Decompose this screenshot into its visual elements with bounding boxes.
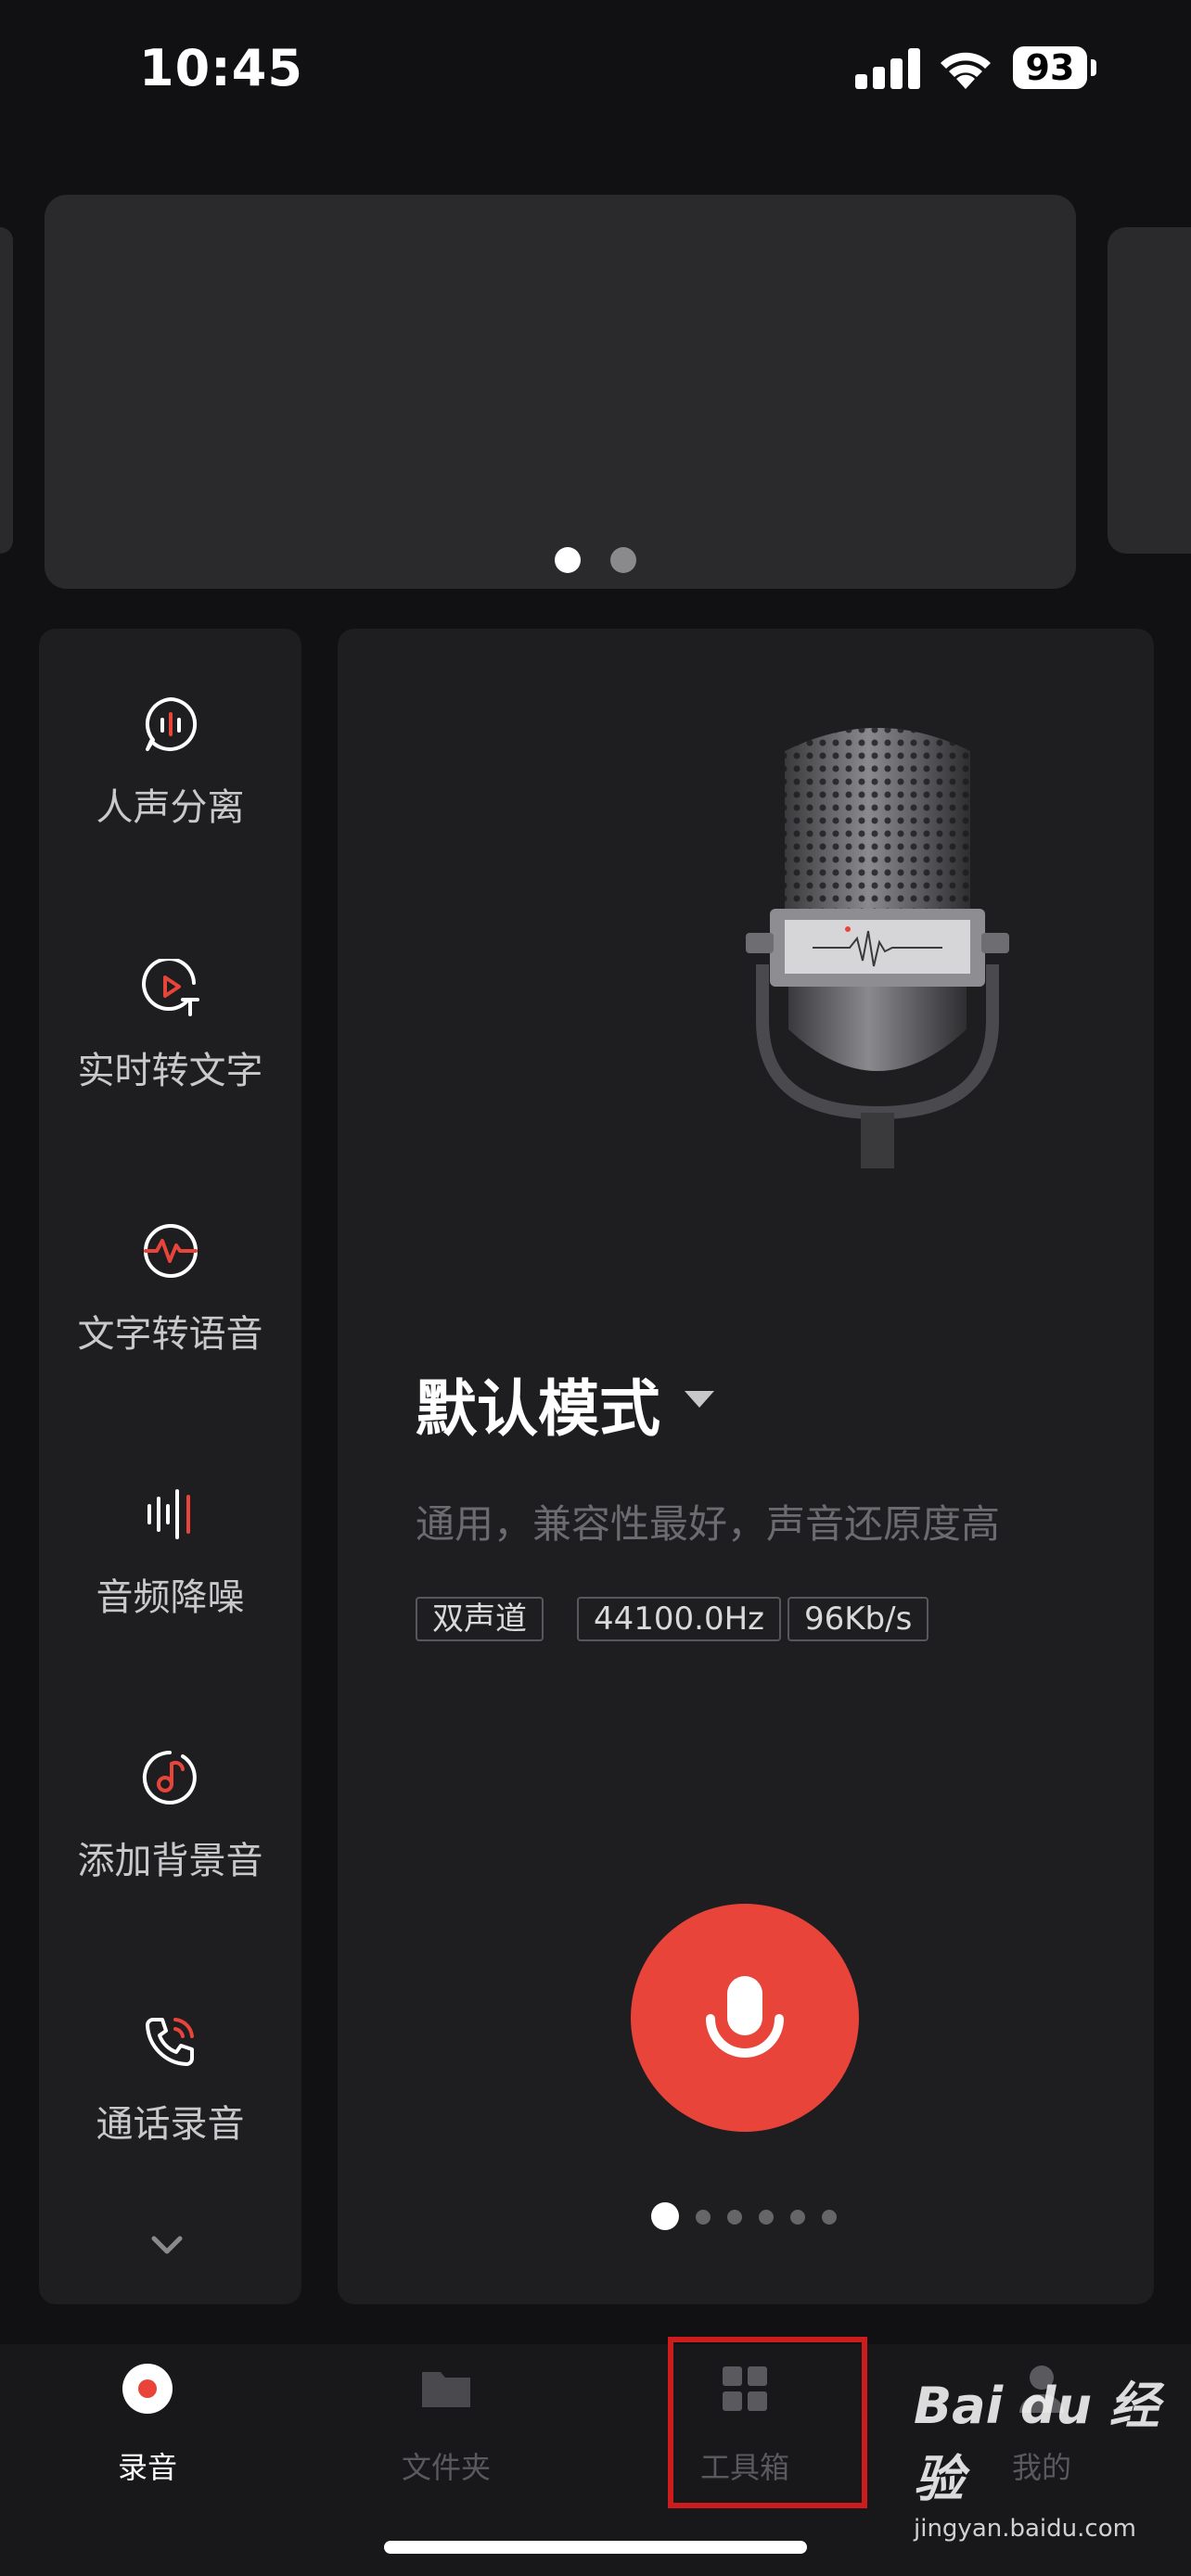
tool-live-transcribe[interactable]: 实时转文字: [39, 959, 301, 1144]
tool-call-recording[interactable]: 通话录音: [39, 2012, 301, 2198]
tool-label: 文字转语音: [77, 1313, 263, 1356]
page-dot: [822, 2210, 837, 2225]
record-icon: [122, 2364, 173, 2414]
banner-prev-card[interactable]: [0, 227, 13, 554]
cellular-signal-icon: [855, 48, 920, 89]
voice-separation-icon: [145, 697, 198, 751]
folder-icon: [422, 2372, 470, 2407]
microphone-icon: [706, 1976, 784, 2058]
tool-text-to-speech[interactable]: 文字转语音: [39, 1222, 301, 1408]
page-dot: [727, 2210, 742, 2225]
tool-background-music[interactable]: 添加背景音: [39, 1749, 301, 1934]
battery-indicator: 93: [1013, 46, 1087, 89]
banner-dot: [610, 547, 636, 573]
home-indicator: [384, 2541, 807, 2554]
tool-label: 通话录音: [96, 2103, 245, 2146]
text-to-speech-icon: [144, 1224, 198, 1278]
page-dot: [790, 2210, 805, 2225]
page-dot: [759, 2210, 774, 2225]
status-time: 10:45: [139, 39, 303, 97]
baidu-watermark: Bai du 经验 jingyan.baidu.com: [914, 2365, 1191, 2543]
banner-dot-active: [555, 547, 581, 573]
tab-record[interactable]: 录音: [55, 2363, 240, 2493]
tool-label: 实时转文字: [77, 1050, 263, 1092]
banner-next-card[interactable]: [1108, 227, 1191, 554]
tool-label: 人声分离: [96, 786, 245, 829]
chevron-down-icon[interactable]: [148, 2235, 186, 2257]
tool-label: 添加背景音: [77, 1840, 263, 1882]
mode-description: 通用，兼容性最好，声音还原度高: [416, 1501, 1001, 1547]
tool-noise-reduction[interactable]: 音频降噪: [39, 1486, 301, 1671]
tag-channels: 双声道: [416, 1597, 544, 1641]
page-dot: [696, 2210, 711, 2225]
mode-title[interactable]: 默认模式: [416, 1359, 660, 1448]
caret-down-icon[interactable]: [685, 1391, 714, 1408]
tab-label: 录音: [117, 2450, 177, 2485]
tab-folder[interactable]: 文件夹: [353, 2363, 539, 2493]
tag-bitrate: 96Kb/s: [788, 1597, 929, 1641]
tag-sample-rate: 44100.0Hz: [577, 1597, 782, 1641]
call-recording-icon: [146, 2018, 194, 2066]
tool-label: 音频降噪: [96, 1576, 245, 1619]
wifi-icon: [941, 52, 991, 89]
battery-cap: [1091, 59, 1096, 76]
live-transcribe-icon: [142, 959, 199, 1016]
page-dot-active: [651, 2202, 679, 2230]
tool-sidebar: 人声分离 实时转文字 文字转语音 音频降噪 添加背景音 通话录音: [39, 629, 301, 2304]
microphone-illustration: [746, 728, 1009, 1168]
banner-card[interactable]: [45, 195, 1076, 589]
background-music-icon: [142, 1750, 197, 1804]
record-button[interactable]: [631, 1904, 859, 2132]
tool-voice-separation[interactable]: 人声分离: [39, 695, 301, 881]
noise-reduction-icon: [147, 1489, 190, 1539]
tab-label: 文件夹: [401, 2450, 491, 2485]
watermark-url: jingyan.baidu.com: [914, 2515, 1136, 2543]
watermark-logo-text: Bai du 经验: [914, 2377, 1159, 2508]
toolbox-highlight-box: [668, 2337, 867, 2508]
